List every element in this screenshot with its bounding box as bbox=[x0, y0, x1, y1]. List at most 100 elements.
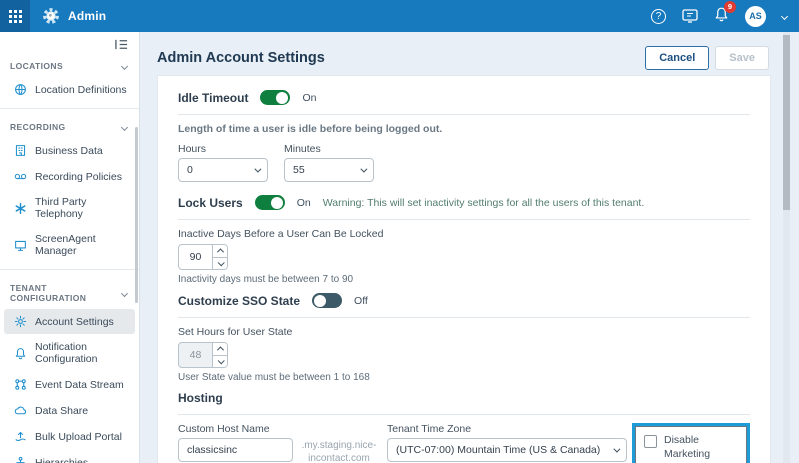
user-state-stepper[interactable]: 48 bbox=[178, 342, 228, 368]
sidebar-section-recording[interactable]: RECORDING bbox=[0, 115, 139, 137]
sidebar-item-label: ScreenAgent Manager bbox=[35, 233, 129, 257]
sidebar-item-label: Recording Policies bbox=[35, 171, 122, 183]
chevron-down-icon bbox=[613, 445, 620, 452]
lock-users-state: On bbox=[297, 197, 311, 209]
avatar[interactable]: AS bbox=[745, 6, 766, 27]
screen-share-icon[interactable] bbox=[682, 9, 698, 23]
globe-icon bbox=[14, 83, 27, 96]
help-icon[interactable]: ? bbox=[651, 9, 666, 24]
sidebar-item-data-share[interactable]: Data Share bbox=[4, 398, 135, 423]
customize-sso-toggle[interactable] bbox=[312, 293, 342, 308]
disable-marketing-panel-checkbox[interactable] bbox=[644, 435, 657, 448]
notifications-button[interactable]: 9 bbox=[714, 6, 729, 27]
tenant-time-zone-select[interactable]: (UTC-07:00) Mountain Time (US & Canada) bbox=[387, 438, 627, 462]
chevron-down-icon bbox=[121, 290, 128, 297]
sidebar-item-recording-policies[interactable]: Recording Policies bbox=[4, 164, 135, 189]
sidebar-item-event-data-stream[interactable]: Event Data Stream bbox=[4, 372, 135, 397]
idle-timeout-state: On bbox=[302, 92, 316, 104]
app-logo: Admin bbox=[42, 7, 106, 25]
sidebar-item-third-party-telephony[interactable]: Third Party Telephony bbox=[4, 190, 135, 226]
sidebar-item-label: Hierarchies bbox=[35, 457, 88, 463]
main-scrollbar[interactable] bbox=[783, 32, 790, 463]
tenant-time-zone-label: Tenant Time Zone bbox=[387, 423, 627, 435]
cancel-button[interactable]: Cancel bbox=[645, 46, 709, 70]
sidebar-item-business-data[interactable]: Business Data bbox=[4, 138, 135, 163]
page-header: Admin Account Settings Cancel Save bbox=[141, 32, 799, 70]
divider bbox=[178, 414, 750, 415]
custom-host-name-field: Custom Host Name bbox=[178, 423, 293, 462]
user-state-label: Set Hours for User State bbox=[178, 326, 750, 338]
bell-gear-icon bbox=[14, 347, 27, 360]
stepper-up-button[interactable] bbox=[213, 245, 227, 257]
sidebar-item-label: Data Share bbox=[35, 405, 88, 417]
collapse-sidebar-icon[interactable] bbox=[114, 38, 129, 51]
chevron-down-icon bbox=[121, 62, 128, 69]
sidebar-item-label: Notification Configuration bbox=[35, 341, 129, 365]
idle-timeout-label: Idle Timeout bbox=[178, 91, 248, 105]
idle-timeout-fields: Hours 0 Minutes 55 bbox=[178, 143, 750, 182]
sidebar-item-bulk-upload-portal[interactable]: Bulk Upload Portal bbox=[4, 424, 135, 449]
sidebar-section-tenant-configuration[interactable]: TENANT CONFIGURATION bbox=[0, 276, 139, 308]
sidebar-item-label: Account Settings bbox=[35, 316, 114, 328]
idle-timeout-row: Idle Timeout On bbox=[178, 90, 750, 105]
sidebar-item-location-definitions[interactable]: Location Definitions bbox=[4, 77, 135, 102]
customize-sso-row: Customize SSO State Off bbox=[178, 293, 750, 308]
user-state-value: 48 bbox=[179, 343, 212, 367]
scrollbar-thumb[interactable] bbox=[783, 35, 790, 210]
stepper-down-button[interactable] bbox=[213, 257, 227, 270]
upload-icon bbox=[14, 430, 27, 443]
stepper-up-button[interactable] bbox=[213, 343, 227, 355]
sidebar-item-account-settings[interactable]: Account Settings bbox=[4, 309, 135, 334]
gear-icon bbox=[14, 315, 27, 328]
tenant-time-zone-field: Tenant Time Zone (UTC-07:00) Mountain Ti… bbox=[387, 423, 627, 462]
sidebar-item-label: Third Party Telephony bbox=[35, 196, 129, 220]
minutes-value: 55 bbox=[293, 164, 305, 176]
page-title: Admin Account Settings bbox=[157, 50, 325, 66]
disable-marketing-panel-label: Disable Marketing Panel bbox=[664, 433, 738, 463]
minutes-field: Minutes 55 bbox=[284, 143, 374, 182]
sidebar-item-notification-configuration[interactable]: Notification Configuration bbox=[4, 335, 135, 371]
sidebar-item-hierarchies[interactable]: Hierarchies bbox=[4, 450, 135, 463]
custom-host-name-label: Custom Host Name bbox=[178, 423, 293, 435]
disable-marketing-panel-field: Disable Marketing Panel bbox=[635, 426, 747, 463]
chevron-down-icon bbox=[254, 165, 261, 172]
save-button[interactable]: Save bbox=[715, 46, 769, 70]
stepper-down-button[interactable] bbox=[213, 355, 227, 368]
sidebar-section-locations[interactable]: LOCATIONS bbox=[0, 54, 139, 76]
sidebar-item-label: Bulk Upload Portal bbox=[35, 431, 122, 443]
section-label: TENANT CONFIGURATION bbox=[10, 283, 122, 303]
gear-logo-icon bbox=[42, 7, 60, 25]
top-bar-actions: ? 9 AS bbox=[651, 6, 799, 27]
customize-sso-label: Customize SSO State bbox=[178, 294, 300, 308]
app-launcher-button[interactable] bbox=[0, 0, 30, 32]
sidebar-item-label: Event Data Stream bbox=[35, 379, 124, 391]
waffle-grid-icon bbox=[9, 10, 22, 23]
lock-users-row: Lock Users On Warning: This will set ina… bbox=[178, 195, 750, 210]
hours-select[interactable]: 0 bbox=[178, 158, 268, 182]
idle-timeout-toggle[interactable] bbox=[260, 90, 290, 105]
notification-count-badge: 9 bbox=[724, 1, 736, 13]
customize-sso-state: Off bbox=[354, 295, 368, 307]
sidebar: LOCATIONS Location Definitions RECORDING… bbox=[0, 32, 140, 463]
user-state-hint: User State value must be between 1 to 16… bbox=[178, 372, 750, 383]
org-tree-icon bbox=[14, 456, 27, 463]
lock-users-toggle[interactable] bbox=[255, 195, 285, 210]
tenant-time-zone-value: (UTC-07:00) Mountain Time (US & Canada) bbox=[396, 444, 600, 456]
divider bbox=[0, 269, 139, 270]
sidebar-scrollbar[interactable] bbox=[135, 127, 138, 303]
asterisk-icon bbox=[14, 202, 27, 215]
lock-users-warning: Warning: This will set inactivity settin… bbox=[323, 197, 645, 209]
app-window: Admin ? 9 AS bbox=[0, 0, 799, 463]
inactive-days-hint: Inactivity days must be between 7 to 90 bbox=[178, 274, 750, 285]
inactive-days-stepper[interactable]: 90 bbox=[178, 244, 228, 270]
profile-chevron-down-icon[interactable] bbox=[781, 12, 788, 19]
minutes-select[interactable]: 55 bbox=[284, 158, 374, 182]
sidebar-item-label: Business Data bbox=[35, 145, 103, 157]
divider bbox=[0, 108, 139, 109]
hours-label: Hours bbox=[178, 143, 268, 155]
inactive-days-label: Inactive Days Before a User Can Be Locke… bbox=[178, 228, 750, 240]
custom-host-name-input[interactable] bbox=[178, 438, 293, 462]
sidebar-item-screenagent-manager[interactable]: ScreenAgent Manager bbox=[4, 227, 135, 263]
main-content: Admin Account Settings Cancel Save Idle … bbox=[141, 32, 799, 463]
section-label: LOCATIONS bbox=[10, 61, 63, 71]
